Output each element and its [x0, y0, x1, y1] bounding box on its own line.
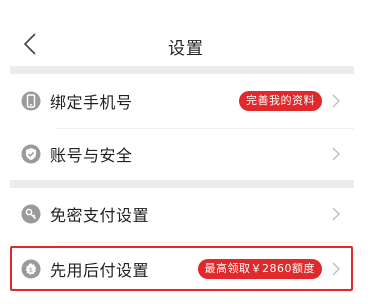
settings-row-label: 先用后付设置: [50, 261, 150, 280]
credit-limit-badge[interactable]: 最高领取￥2860额度: [197, 259, 322, 279]
chevron-right-icon: [326, 259, 346, 279]
top-bar: 设置: [0, 0, 372, 66]
chevron-right-icon: [326, 204, 346, 224]
shield-check-icon: [20, 143, 42, 165]
section-separator: [10, 66, 354, 74]
key-icon: [20, 203, 42, 225]
settings-row-label: 账号与安全: [50, 146, 133, 165]
row-divider: [56, 242, 354, 243]
settings-row-label: 绑定手机号: [50, 93, 133, 112]
settings-row-account-security[interactable]: 账号与安全: [10, 129, 354, 179]
chevron-right-icon: [326, 91, 346, 111]
settings-row-label: 免密支付设置: [50, 206, 150, 225]
settings-row-password-free-pay[interactable]: 免密支付设置: [10, 189, 354, 239]
gear-badge-icon: $: [20, 258, 42, 280]
chevron-right-icon: [326, 144, 346, 164]
settings-row-bind-phone[interactable]: 绑定手机号 完善我的资料: [10, 76, 354, 126]
page-title: 设置: [168, 39, 204, 59]
svg-text:$: $: [29, 266, 33, 274]
complete-profile-badge[interactable]: 完善我的资料: [239, 91, 322, 111]
phone-icon: [20, 90, 42, 112]
settings-row-buy-now-pay-later[interactable]: $ 先用后付设置 最高领取￥2860额度: [10, 244, 354, 294]
section-separator: [10, 180, 354, 188]
